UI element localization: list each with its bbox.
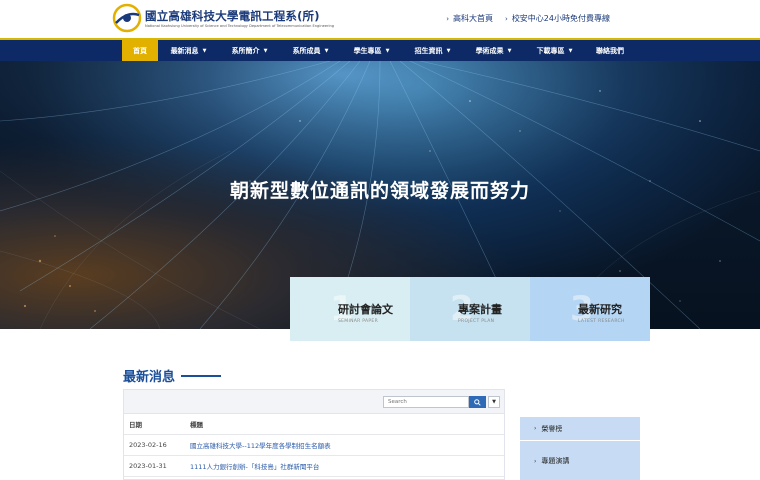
top-link-label: 高科大首頁 xyxy=(453,14,493,23)
chevron-right-icon: › xyxy=(505,14,508,23)
nav-item-home[interactable]: 首頁 xyxy=(122,40,158,61)
sidebar-links: › 榮譽榜 › 專題演講 xyxy=(520,417,640,480)
column-header-date: 日期 xyxy=(129,421,142,429)
site-logo[interactable]: 國立高雄科技大學電訊工程系(所) National Kaohsiung Univ… xyxy=(112,3,334,35)
nav-item-label: 學術成果 xyxy=(475,46,504,55)
search-icon xyxy=(474,398,481,406)
sidebar-item-label: 榮譽榜 xyxy=(541,424,563,433)
nav-item-downloads[interactable]: 下載專區 ▼ xyxy=(524,40,585,61)
hero-title: 朝新型數位通訊的領域發展而努力 xyxy=(229,180,530,202)
caret-down-icon: ▼ xyxy=(446,47,451,54)
news-heading: 最新消息 xyxy=(123,366,222,385)
news-panel: ▼ 日期 標題 2023-02-16 國立高雄科技大學--112學年度各學制招生… xyxy=(123,389,505,480)
row-title-link[interactable]: 國立高雄科技大學--112學年度各學制招生名額表 xyxy=(190,440,504,450)
caret-down-icon: ▼ xyxy=(568,47,573,54)
nav-item-research[interactable]: 學術成果 ▼ xyxy=(463,40,524,61)
chevron-right-icon: › xyxy=(534,425,537,432)
sidebar-item-honor-roll[interactable]: › 榮譽榜 xyxy=(520,417,640,441)
nav-item-label: 下載專區 xyxy=(536,46,565,55)
sidebar-item-lectures[interactable]: › 專題演講 xyxy=(520,449,640,473)
feature-latest-research[interactable]: 3 最新研究 LATEST RESEARCH xyxy=(530,277,650,341)
nav-item-label: 學生專區 xyxy=(353,46,382,55)
nav-item-students[interactable]: 學生專區 ▼ xyxy=(341,40,402,61)
site-title: 國立高雄科技大學電訊工程系(所) xyxy=(145,9,320,23)
feature-subtitle: LATEST RESEARCH xyxy=(578,319,625,324)
column-header-title: 標題 xyxy=(190,421,203,429)
chevron-right-icon: › xyxy=(446,14,449,23)
caret-down-icon: ▼ xyxy=(202,47,207,54)
main-nav: 首頁 最新消息 ▼ 系所簡介 ▼ 系所成員 ▼ 學生專區 ▼ 招生資訊 ▼ 學術… xyxy=(0,38,760,61)
top-link-university-home[interactable]: › 高科大首頁 xyxy=(446,13,493,24)
table-row: 2023-01-31 1111人力銀行創辦-「科技島」社群新聞平台 xyxy=(124,456,504,477)
university-emblem-icon xyxy=(112,3,142,33)
nav-item-contact[interactable]: 聯絡我們 xyxy=(585,40,635,61)
caret-down-icon: ▼ xyxy=(263,47,268,54)
nav-item-about[interactable]: 系所簡介 ▼ xyxy=(219,40,280,61)
top-link-safety-hotline[interactable]: › 校安中心24小時免付費專線 xyxy=(505,13,610,24)
nav-item-news[interactable]: 最新消息 ▼ xyxy=(158,40,219,61)
nav-item-label: 聯絡我們 xyxy=(596,46,624,55)
nav-item-label: 招生資訊 xyxy=(414,46,443,55)
nav-item-label: 系所簡介 xyxy=(231,46,260,55)
site-header: 國立高雄科技大學電訊工程系(所) National Kaohsiung Univ… xyxy=(0,0,760,38)
row-date: 2023-01-31 xyxy=(129,462,167,470)
feature-title: 專案計畫 xyxy=(458,303,502,316)
top-links: › 高科大首頁 › 校安中心24小時免付費專線 xyxy=(446,13,610,24)
feature-subtitle: PROJECT PLAN xyxy=(458,319,495,324)
row-title-link[interactable]: 1111人力銀行創辦-「科技島」社群新聞平台 xyxy=(190,461,504,471)
feature-project-plan[interactable]: 2 專案計畫 PROJECT PLAN xyxy=(410,277,530,341)
news-search-button[interactable] xyxy=(469,396,486,408)
feature-title: 研討會論文 xyxy=(338,303,393,316)
news-table: 日期 標題 2023-02-16 國立高雄科技大學--112學年度各學制招生名額… xyxy=(124,414,504,477)
nav-item-members[interactable]: 系所成員 ▼ xyxy=(280,40,341,61)
site-subtitle: National Kaohsiung University of Science… xyxy=(145,24,335,28)
nav-item-label: 系所成員 xyxy=(292,46,321,55)
heading-underline xyxy=(181,374,222,377)
chevron-right-icon: › xyxy=(534,457,537,465)
row-date: 2023-02-16 xyxy=(129,441,167,449)
news-heading-label: 最新消息 xyxy=(123,370,176,385)
feature-title: 最新研究 xyxy=(578,303,622,316)
table-header-row: 日期 標題 xyxy=(124,414,504,435)
nav-items: 首頁 最新消息 ▼ 系所簡介 ▼ 系所成員 ▼ 學生專區 ▼ 招生資訊 ▼ 學術… xyxy=(122,40,635,61)
table-row: 2023-02-16 國立高雄科技大學--112學年度各學制招生名額表 xyxy=(124,435,504,456)
feature-boxes: 1 研討會論文 SEMINAR PAPER 2 專案計畫 PROJECT PLA… xyxy=(290,277,650,341)
top-link-label: 校安中心24小時免付費專線 xyxy=(511,14,610,23)
news-search-input[interactable] xyxy=(383,396,469,408)
nav-item-label: 最新消息 xyxy=(170,46,199,55)
caret-down-icon: ▼ xyxy=(492,399,496,405)
feature-seminar-paper[interactable]: 1 研討會論文 SEMINAR PAPER xyxy=(290,277,410,341)
caret-down-icon: ▼ xyxy=(324,47,329,54)
news-filter-dropdown[interactable]: ▼ xyxy=(488,396,500,408)
caret-down-icon: ▼ xyxy=(507,47,512,54)
nav-item-admissions[interactable]: 招生資訊 ▼ xyxy=(402,40,463,61)
feature-subtitle: SEMINAR PAPER xyxy=(338,319,378,324)
caret-down-icon: ▼ xyxy=(385,47,390,54)
sidebar-item-label: 專題演講 xyxy=(541,457,570,465)
nav-item-label: 首頁 xyxy=(133,46,147,55)
news-search-bar: ▼ xyxy=(124,390,504,414)
